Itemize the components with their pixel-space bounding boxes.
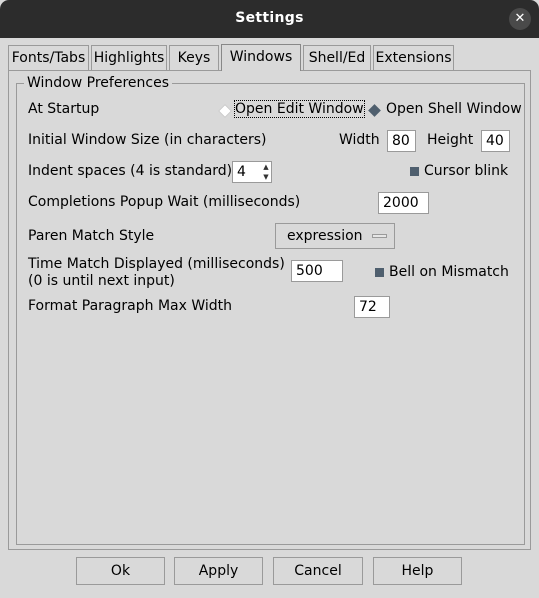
- bell-on-mismatch-label[interactable]: Bell on Mismatch: [389, 264, 509, 280]
- height-label: Height: [427, 132, 474, 148]
- ok-button[interactable]: Ok: [76, 557, 165, 585]
- tab-windows[interactable]: Windows: [221, 44, 301, 71]
- windows-tab-panel: Window Preferences At Startup Open Edit …: [8, 70, 531, 550]
- apply-button[interactable]: Apply: [174, 557, 263, 585]
- window-preferences-frame: Window Preferences At Startup Open Edit …: [16, 75, 525, 545]
- indent-spaces-value: 4: [237, 164, 246, 180]
- bell-on-mismatch-checkbox[interactable]: [375, 268, 384, 277]
- spin-up-icon[interactable]: ▲: [261, 162, 271, 172]
- time-match-label: Time Match Displayed (milliseconds): [28, 256, 285, 272]
- completions-popup-wait-input[interactable]: 2000: [378, 192, 429, 214]
- spin-down-icon[interactable]: ▼: [261, 172, 271, 182]
- menu-indicator-icon: [372, 234, 387, 238]
- width-label: Width: [339, 132, 380, 148]
- indent-spaces-spinbox[interactable]: 4 ▲ ▼: [232, 161, 272, 183]
- tab-highlights[interactable]: Highlights: [91, 45, 167, 70]
- paren-match-style-label: Paren Match Style: [28, 228, 155, 244]
- open-edit-window-radio[interactable]: [217, 103, 233, 119]
- spin-arrows: ▲ ▼: [261, 162, 271, 182]
- width-input[interactable]: 80: [387, 130, 416, 152]
- time-match-sublabel: (0 is until next input): [28, 273, 175, 289]
- cursor-blink-checkbox[interactable]: [410, 167, 419, 176]
- tab-shell-ed[interactable]: Shell/Ed: [303, 45, 371, 70]
- close-icon: ✕: [514, 11, 526, 26]
- close-button[interactable]: ✕: [509, 8, 531, 30]
- height-input[interactable]: 40: [481, 130, 510, 152]
- open-shell-window-radio[interactable]: [368, 104, 381, 117]
- tab-keys[interactable]: Keys: [169, 45, 219, 70]
- window-preferences-legend: Window Preferences: [24, 75, 172, 91]
- settings-window: Fonts/Tabs Highlights Keys Windows Shell…: [0, 38, 539, 598]
- format-paragraph-input[interactable]: 72: [354, 296, 390, 318]
- format-paragraph-label: Format Paragraph Max Width: [28, 298, 233, 314]
- initial-window-size-label: Initial Window Size (in characters): [28, 132, 267, 148]
- paren-match-style-menu[interactable]: expression: [275, 223, 395, 249]
- help-button[interactable]: Help: [373, 557, 462, 585]
- open-edit-window-label[interactable]: Open Edit Window: [234, 100, 365, 118]
- open-shell-window-label[interactable]: Open Shell Window: [386, 101, 522, 117]
- window-title: Settings: [235, 10, 304, 26]
- cancel-button[interactable]: Cancel: [273, 557, 363, 585]
- paren-match-style-value: expression: [287, 228, 363, 244]
- cursor-blink-label[interactable]: Cursor blink: [424, 163, 508, 179]
- indent-spaces-label: Indent spaces (4 is standard): [28, 163, 233, 179]
- tab-fonts-tabs[interactable]: Fonts/Tabs: [8, 45, 89, 70]
- tab-extensions[interactable]: Extensions: [373, 45, 454, 70]
- completions-popup-wait-label: Completions Popup Wait (milliseconds): [28, 194, 301, 210]
- title-bar: Settings ✕: [0, 0, 539, 38]
- at-startup-label: At Startup: [28, 101, 100, 117]
- time-match-input[interactable]: 500: [291, 260, 343, 282]
